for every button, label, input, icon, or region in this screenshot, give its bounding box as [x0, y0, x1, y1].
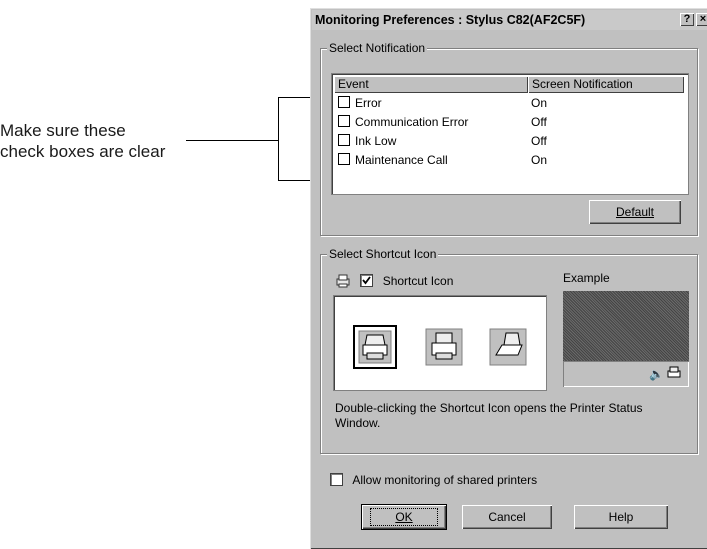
printer-tray-icon: [667, 366, 681, 380]
callout-bracket-vertical: [278, 97, 279, 181]
event-row-error[interactable]: Error On: [338, 94, 547, 112]
select-notification-label: Select Notification: [327, 41, 428, 55]
example-label: Example: [563, 271, 610, 285]
callout-text: Make sure these check boxes are clear: [0, 120, 165, 162]
event-row-maintenance-call[interactable]: Maintenance Call On: [338, 151, 547, 169]
event-name: Error: [355, 96, 382, 110]
title-bar: Monitoring Preferences : Stylus C82(AF2C…: [312, 10, 707, 30]
event-name: Communication Error: [355, 115, 469, 129]
callout-line-2: check boxes are clear: [0, 142, 166, 161]
error-checkbox[interactable]: [338, 96, 350, 108]
printer-icon-option-3[interactable]: [488, 327, 528, 367]
communication-error-checkbox[interactable]: [338, 115, 350, 127]
shortcut-description: Double-clicking the Shortcut Icon opens …: [335, 401, 643, 430]
close-title-button[interactable]: ×: [696, 13, 707, 26]
example-taskbar-tray: 🔈: [563, 361, 689, 387]
event-row-communication-error[interactable]: Communication Error Off: [338, 113, 547, 131]
notification-value: On: [531, 153, 548, 167]
speaker-icon: 🔈: [649, 367, 664, 381]
shortcut-icon-checkbox[interactable]: [360, 274, 374, 287]
printer-icon-option-2[interactable]: [424, 327, 464, 367]
shortcut-icon-row: Shortcut Icon: [335, 273, 453, 289]
help-button[interactable]: Help: [574, 505, 668, 529]
event-name: Ink Low: [355, 134, 397, 148]
shortcut-icon-chooser: [333, 295, 547, 391]
ok-button[interactable]: OK: [361, 504, 447, 530]
callout-leader: [186, 140, 278, 141]
select-notification-group: Select Notification Event Screen Notific…: [320, 41, 698, 236]
example-desktop: [563, 291, 689, 361]
printer-icon-option-1[interactable]: [353, 325, 397, 369]
column-header-screen-notification[interactable]: Screen Notification: [528, 76, 684, 93]
select-shortcut-icon-group: Select Shortcut Icon Shortcut Icon Examp…: [320, 247, 698, 454]
select-shortcut-icon-label: Select Shortcut Icon: [327, 247, 439, 261]
notification-value: Off: [531, 134, 547, 148]
allow-shared-monitoring-checkbox[interactable]: [330, 473, 343, 486]
printer-small-icon: [335, 274, 351, 288]
event-name: Maintenance Call: [355, 153, 448, 167]
callout-line-1: Make sure these: [0, 121, 126, 140]
shared-printers-row: Allow monitoring of shared printers: [330, 473, 537, 487]
notification-value: Off: [531, 115, 547, 129]
monitoring-preferences-dialog: Monitoring Preferences : Stylus C82(AF2C…: [310, 8, 707, 549]
event-list[interactable]: Event Screen Notification Error On Commu…: [331, 73, 689, 195]
example-preview: 🔈: [563, 291, 689, 387]
ink-low-checkbox[interactable]: [338, 134, 350, 146]
maintenance-call-checkbox[interactable]: [338, 153, 350, 165]
cancel-button[interactable]: Cancel: [462, 505, 552, 529]
notification-value: On: [531, 96, 548, 110]
allow-shared-monitoring-label: Allow monitoring of shared printers: [352, 473, 538, 487]
shortcut-icon-label: Shortcut Icon: [382, 274, 454, 288]
dialog-title: Monitoring Preferences : Stylus C82(AF2C…: [315, 13, 586, 27]
column-header-event[interactable]: Event: [334, 76, 528, 93]
help-title-button[interactable]: ?: [680, 13, 694, 26]
event-row-ink-low[interactable]: Ink Low Off: [338, 132, 547, 150]
default-button[interactable]: Default: [589, 200, 681, 224]
